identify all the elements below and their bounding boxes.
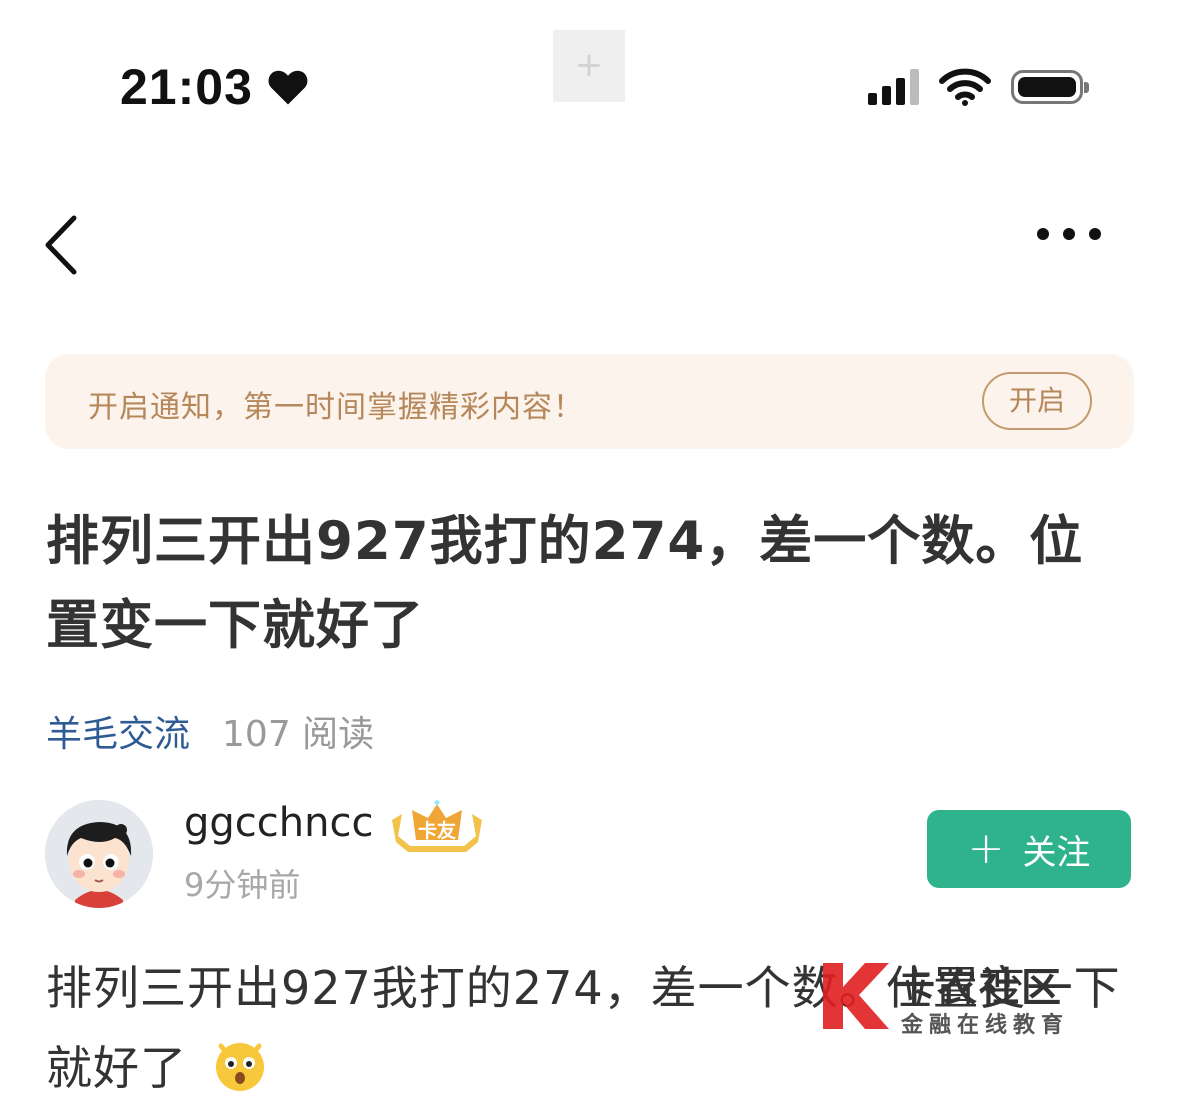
watermark-k-icon (823, 963, 889, 1029)
post-time: 9分钟前 (184, 866, 301, 904)
follow-button[interactable]: + 关注 (927, 810, 1131, 888)
wifi-icon (939, 68, 991, 106)
status-bar-time-group: 21:03 (120, 58, 309, 116)
post-meta: 羊毛交流 107 阅读 (46, 705, 374, 757)
more-button[interactable] (1037, 228, 1101, 240)
watermark-name: 卡农社区 (895, 965, 1063, 1011)
read-count: 107 阅读 (222, 714, 375, 755)
plus-icon: + (967, 823, 1005, 874)
post-title: 排列三开出927我打的274，差一个数。位置变一下就好了 (46, 511, 1084, 656)
notification-banner: 开启通知，第一时间掌握精彩内容！ 开启 (45, 354, 1134, 449)
more-dot (1037, 228, 1049, 240)
camera-placeholder: + (553, 30, 625, 102)
avatar-illustration (45, 800, 153, 908)
follow-label: 关注 (1022, 832, 1091, 873)
watermark-logo: 卡农社区 金融在线教育 (815, 955, 1085, 1040)
back-button[interactable] (38, 212, 88, 278)
surprised-emoji-icon (215, 1043, 264, 1091)
cellular-signal-icon (868, 69, 919, 105)
more-dot (1063, 228, 1075, 240)
battery-icon (1011, 70, 1089, 104)
notification-text: 开启通知，第一时间掌握精彩内容！ (88, 390, 584, 425)
user-level-badge: 卡友 (392, 800, 482, 852)
status-icons (868, 68, 1089, 106)
enable-notification-button[interactable]: 开启 (982, 372, 1092, 430)
more-dot (1089, 228, 1101, 240)
heart-icon (268, 70, 308, 105)
badge-label: 卡友 (418, 819, 456, 842)
category-link[interactable]: 羊毛交流 (46, 705, 190, 757)
status-time: 21:03 (120, 59, 253, 115)
watermark-subtitle: 金融在线教育 (901, 1013, 1070, 1038)
avatar[interactable] (45, 800, 153, 908)
author-name[interactable]: ggcchncc (184, 800, 373, 846)
